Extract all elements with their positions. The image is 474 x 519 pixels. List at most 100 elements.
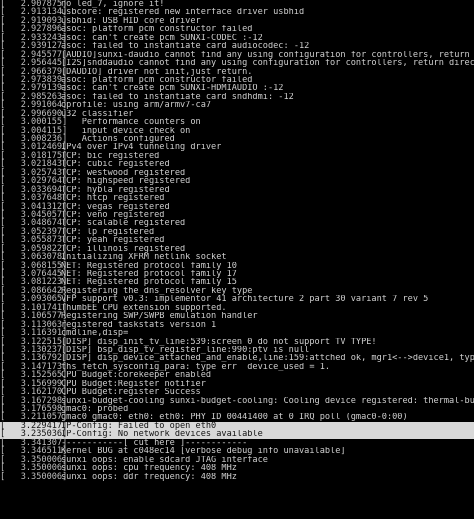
console-line: [ 3.176598] gmac0: probed <box>0 404 474 414</box>
console-line: [ 3.041312] TCP: vegas registered <box>0 202 474 211</box>
log-message: CPU Budget:corekeeper enabled <box>61 371 212 380</box>
log-timestamp: [ 3.350006] <box>0 471 68 482</box>
log-message: u32 classifier <box>61 109 134 119</box>
log-message: TCP: bic registered <box>61 151 160 161</box>
console-line: [ 2.973839] asoc: platform pcm constructo… <box>0 75 474 85</box>
console-line: [ 3.018175] TCP: bic registered <box>0 151 474 161</box>
log-message: asoc: failed to instantiate card sndhdmi… <box>61 92 294 102</box>
console-line: [ 3.093065] VFP support v0.3: implementor… <box>0 295 474 304</box>
console-line: [ 3.021843] TCP: cubic registered <box>0 160 474 169</box>
log-message: asoc: can't create pcm SUNXI-HDMIAUDIO :… <box>61 84 284 93</box>
console-line: [ 3.113063] registered taskstats version … <box>0 320 474 330</box>
console-line: [ 3.346511] Kernel BUG at c048ec14 [verbo… <box>0 447 474 456</box>
console-line: [ 2.907875] no led_7, ignore it! <box>0 0 474 9</box>
log-message: ths_fetch_sysconfig_para: type err devic… <box>61 362 331 372</box>
console-line: [ 3.130237] [DISP] bsp_disp_tv_register_l… <box>0 345 474 355</box>
console-line: [ 3.012469] IPv4 over IPv4 tunneling driv… <box>0 143 474 152</box>
console-line: [ 3.116391] cmdline,disp= <box>0 329 474 338</box>
console-line: [ 2.956445] [I2S]snddaudio cannot find an… <box>0 59 474 68</box>
console-line: [ 3.076445] NET: Registered protocol fami… <box>0 269 474 279</box>
log-message: registered taskstats version 1 <box>61 320 217 330</box>
log-message: [DISP] bsp_disp_tv_register_line:990:ptv… <box>61 345 310 355</box>
log-message: CPU Budget:register Success <box>61 388 201 397</box>
console-line: [ 3.045057] TCP: veno registered <box>0 210 474 220</box>
log-message: VFP support v0.3: implementor 41 archite… <box>61 295 429 304</box>
console-line: [ 3.350006] sunxi oops: enable sdcard JTA… <box>0 455 474 465</box>
log-message: CPU Budget:Register notifier <box>61 379 206 389</box>
console-line: [ 3.063078] Initializing XFRM netlink soc… <box>0 253 474 262</box>
console-line: [ 2.966379] [DAUDIO] driver not init,just… <box>0 67 474 76</box>
log-message: Registering the dns_resolver key type <box>61 286 253 296</box>
console-line: [ 2.979139] asoc: can't create pcm SUNXI-… <box>0 84 474 93</box>
log-message: asoc: can't create pcm SUNXI-CODEC :-12 <box>61 33 263 43</box>
console-line: [ 2.985263] asoc: failed to instantiate c… <box>0 92 474 102</box>
log-message: asoc: platform pcm constructor failed <box>61 25 253 34</box>
console-line: [ 3.068155] NET: Registered protocol fami… <box>0 261 474 270</box>
console-line: [ 2.996690] u32 classifier <box>0 109 474 119</box>
console-line: [ 3.162170] CPU Budget:register Success <box>0 388 474 397</box>
log-message: [AUDIO]sunxi-daudio cannot find any usin… <box>61 50 470 60</box>
console-line: [ 3.101741] ThumbEE CPU extension support… <box>0 303 474 313</box>
console-line: [ 3.152565] CPU Budget:corekeeper enabled <box>0 371 474 380</box>
log-message: TCP: scalable registered <box>61 219 186 228</box>
console-line: [ 3.167298] sunxi-budget-cooling sunxi-bu… <box>0 396 474 405</box>
console-line: [ 2.927896] asoc: platform pcm constructo… <box>0 25 474 34</box>
log-message: sunxi oops: cpu frequency: 408 MHz <box>61 464 237 473</box>
log-message: TCP: highspeed registered <box>61 177 191 186</box>
console-line: [ 3.059822] TCP: illinois registered <box>0 244 474 254</box>
console-line: [ 3.156999] CPU Budget:Register notifier <box>0 379 474 389</box>
log-message: TCP: htcp registered <box>61 194 165 203</box>
log-message: Initializing XFRM netlink socket <box>61 253 227 262</box>
log-message: usbcore: registered new interface driver… <box>61 8 305 17</box>
console-line: [ 2.991064] oprofile: using arm/armv7-ca7 <box>0 101 474 110</box>
log-message: Registering SWP/SWPB emulation handler <box>61 312 258 321</box>
log-message: input device check on <box>61 126 191 135</box>
console-line: [ 3.211057] gmac0 gmac0: eth0: eth0: PHY … <box>0 413 474 422</box>
console-line: [ 3.052397] TCP: lp registered <box>0 227 474 237</box>
console-line: [ 2.939127] asoc: failed to instantiate c… <box>0 42 474 51</box>
log-message: TCP: lp registered <box>61 227 155 237</box>
log-message: Performance counters on <box>61 118 201 127</box>
console-line: [ 3.341307] ------------[ cut here ]-----… <box>0 438 474 448</box>
console-line: [ 3.000155] Performance counters on <box>0 118 474 127</box>
console-line-highlighted: [ 3.235036] IP-Config: No network devices… <box>0 430 474 439</box>
console-line: [ 3.048674] TCP: scalable registered <box>0 219 474 228</box>
log-message: Kernel BUG at c048ec14 [verbose debug in… <box>61 447 346 456</box>
log-message: TCP: illinois registered <box>61 244 186 254</box>
console-line: [ 2.945577] [AUDIO]sunxi-daudio cannot fi… <box>0 50 474 60</box>
console-line: [ 3.122515] [DISP] disp_init_tv_line:539:… <box>0 337 474 346</box>
log-message: TCP: cubic registered <box>61 160 170 169</box>
log-message: [I2S]snddaudio cannot find any using con… <box>61 59 474 68</box>
console-line: [ 3.004115] input device check on <box>0 126 474 135</box>
log-message: TCP: veno registered <box>61 210 165 220</box>
log-message: TCP: yeah registered <box>61 236 165 245</box>
log-message: ------------[ cut here ]------------ <box>61 438 248 448</box>
console-line: [ 3.037648] TCP: htcp registered <box>0 194 474 203</box>
log-message: asoc: failed to instantiate card audioco… <box>61 42 310 51</box>
console-line-highlighted: [ 3.229417] IP-Config: Failed to open eth… <box>0 421 474 430</box>
log-message: usbhid: USB HID core driver <box>61 16 201 26</box>
log-message: IPv4 over IPv4 tunneling driver <box>61 143 222 152</box>
console-line: [ 3.106577] Registering SWP/SWPB emulatio… <box>0 312 474 321</box>
console-line: [ 2.919093] usbhid: USB HID core driver <box>0 16 474 26</box>
console-line: [ 3.086642] Registering the dns_resolver … <box>0 286 474 296</box>
log-message: NET: Registered protocol family 10 <box>61 261 237 270</box>
console-line: [ 3.033694] TCP: hybla registered <box>0 185 474 195</box>
log-message: TCP: hybla registered <box>61 185 170 195</box>
console-line: [ 3.055873] TCP: yeah registered <box>0 236 474 245</box>
log-message: gmac0 gmac0: eth0: eth0: PHY ID 00441400… <box>61 413 408 422</box>
log-message: no led_7, ignore it! <box>61 0 165 9</box>
console-line: [ 3.029764] TCP: highspeed registered <box>0 177 474 186</box>
log-message: [DISP] disp_init_tv_line:539:screen 0 do… <box>61 337 377 346</box>
console-line: [ 3.350006] sunxi oops: ddr frequency: 40… <box>0 471 474 482</box>
log-message: ThumbEE CPU extension supported. <box>61 303 227 313</box>
log-message: NET: Registered protocol family 17 <box>61 270 237 279</box>
console-line: [ 3.025743] TCP: westwood registered <box>0 168 474 177</box>
console-line: [ 3.350006] sunxi oops: cpu frequency: 40… <box>0 464 474 473</box>
log-message: gmac0: probed <box>61 405 129 414</box>
log-message: sunxi oops: enable sdcard JTAG interface <box>61 455 268 465</box>
log-message: [DISP] disp_device_attached_and_enable,l… <box>61 354 474 363</box>
log-message: Actions configured <box>61 135 175 144</box>
log-message: asoc: platform pcm constructor failed <box>61 75 253 85</box>
log-message: cmdline,disp= <box>61 329 129 338</box>
